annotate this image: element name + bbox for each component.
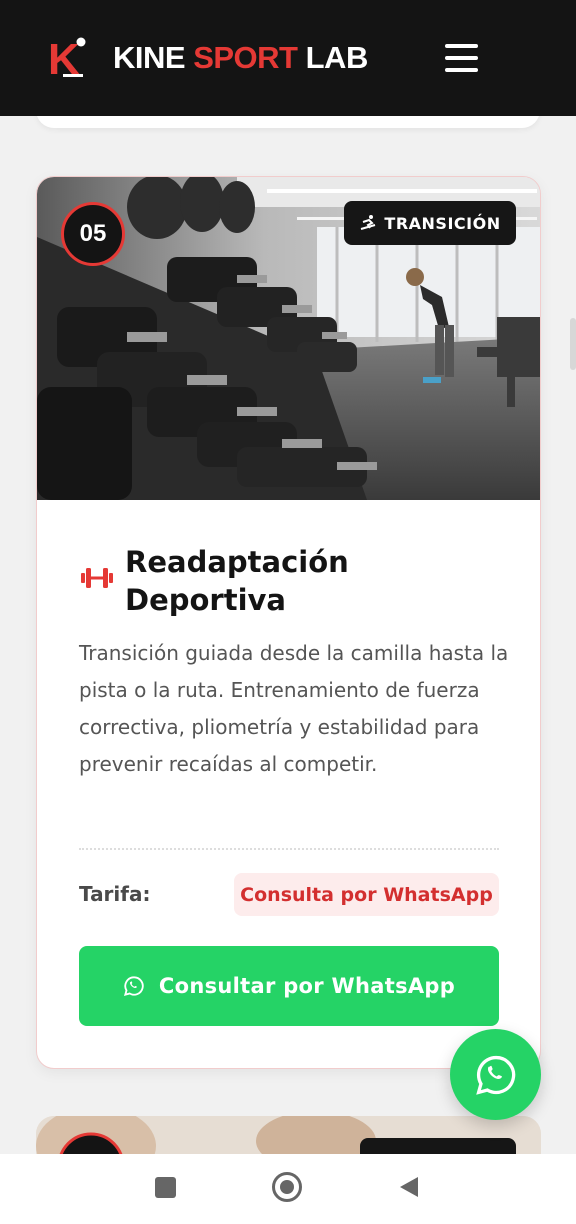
price-label: Tarifa: xyxy=(79,882,151,906)
service-card: 05 TRANSICIÓN Readaptación Deportiva Tra… xyxy=(36,176,541,1069)
floating-whatsapp-button[interactable] xyxy=(450,1029,541,1120)
service-title: Readaptación Deportiva xyxy=(125,545,349,617)
system-nav-bar xyxy=(0,1154,576,1224)
site-header: K KINE SPORT LAB xyxy=(0,0,576,116)
triangle-back-icon[interactable] xyxy=(398,1175,420,1199)
circle-icon[interactable] xyxy=(272,1172,302,1202)
service-description: Transición guiada desde la camilla hasta… xyxy=(79,641,509,776)
hamburger-menu-button[interactable] xyxy=(444,42,480,74)
service-number-badge: 05 xyxy=(61,202,125,266)
svg-text:K: K xyxy=(48,36,80,80)
brand-word-sport: SPORT xyxy=(193,40,298,75)
whatsapp-consult-label: Consultar por WhatsApp xyxy=(158,974,456,998)
brand-word-kine: KINE xyxy=(113,40,186,75)
square-icon[interactable] xyxy=(155,1177,176,1198)
snowboarder-icon xyxy=(361,215,376,230)
logo-icon[interactable]: K xyxy=(48,36,88,80)
scrollbar[interactable] xyxy=(570,318,576,370)
category-tag: TRANSICIÓN xyxy=(344,201,516,245)
brand-name[interactable]: KINE SPORT LAB xyxy=(113,40,368,76)
price-value-badge: Consulta por WhatsApp xyxy=(234,873,499,916)
whatsapp-icon xyxy=(123,976,144,997)
brand-word-lab: LAB xyxy=(305,40,369,75)
divider xyxy=(79,848,499,850)
whatsapp-consult-button[interactable]: Consultar por WhatsApp xyxy=(79,946,499,1026)
whatsapp-icon xyxy=(475,1055,515,1095)
dumbbell-icon xyxy=(81,568,113,588)
category-tag-label: TRANSICIÓN xyxy=(384,213,501,233)
gym-photo: 05 TRANSICIÓN xyxy=(37,177,540,500)
